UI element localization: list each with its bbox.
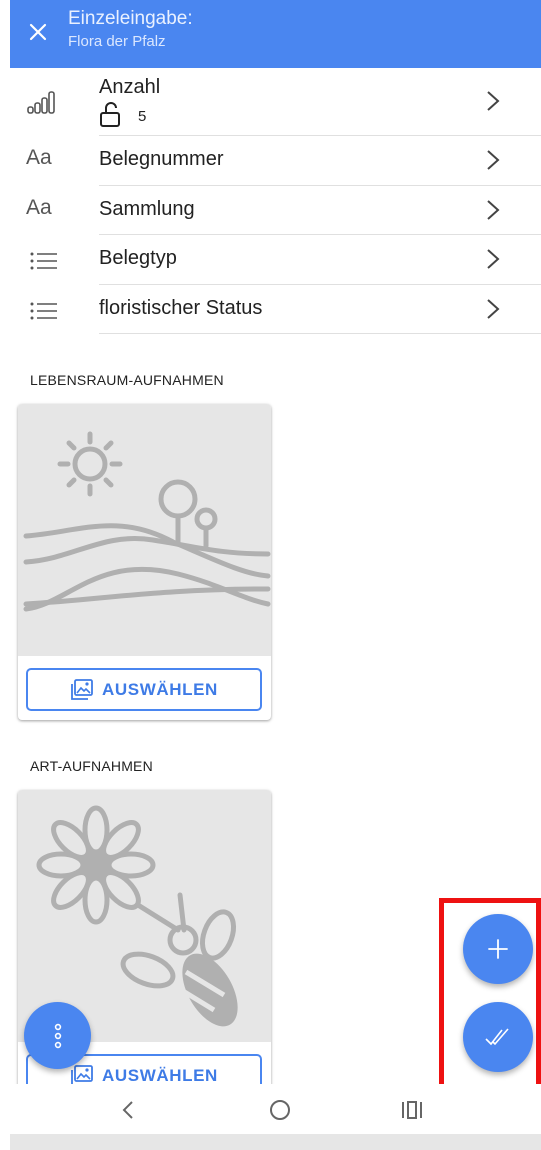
image-gallery-icon	[71, 678, 93, 700]
chevron-right-icon	[487, 200, 500, 220]
home-nav-icon[interactable]	[266, 1096, 294, 1124]
app-bar: Einzeleingabe: Flora der Pfalz	[10, 0, 541, 68]
field-label: Anzahl	[99, 76, 161, 98]
text-aa-icon: Aa	[26, 146, 52, 169]
chevron-right-icon	[487, 150, 500, 170]
select-button-label: AUSWÄHLEN	[102, 679, 218, 699]
section-title-lebensraum: LEBENSRAUM-AUFNAHMEN	[30, 372, 224, 388]
field-row-belegnummer[interactable]: Aa Belegnummer	[10, 136, 541, 185]
page-subtitle: Flora der Pfalz	[68, 33, 166, 50]
photo-card-lebensraum: AUSWÄHLEN	[18, 404, 271, 720]
field-row-sammlung[interactable]: Aa Sammlung	[10, 186, 541, 235]
highlight-box	[439, 898, 541, 1091]
unlock-icon[interactable]	[99, 101, 123, 129]
system-nav-bar	[0, 1084, 541, 1134]
page-title: Einzeleingabe:	[68, 8, 193, 29]
more-menu-fab[interactable]	[24, 1002, 91, 1069]
divider	[99, 333, 541, 334]
list-icon	[30, 252, 57, 270]
image-gallery-icon	[71, 1064, 93, 1084]
field-row-belegtyp[interactable]: Belegtyp	[10, 235, 541, 284]
select-photo-button[interactable]: AUSWÄHLEN	[26, 668, 262, 711]
field-row-floristischer-status[interactable]: floristischer Status	[10, 285, 541, 334]
select-button-label: AUSWÄHLEN	[102, 1065, 218, 1085]
chevron-right-icon	[487, 299, 500, 319]
text-aa-icon: Aa	[26, 196, 52, 219]
back-nav-icon[interactable]	[115, 1096, 143, 1124]
field-label: floristischer Status	[99, 297, 263, 319]
more-vert-icon	[54, 1023, 61, 1048]
field-row-anzahl[interactable]: Anzahl 5	[10, 68, 541, 136]
section-title-art: ART-AUFNAHMEN	[30, 758, 153, 774]
bottom-strip	[10, 1134, 541, 1150]
recents-nav-icon[interactable]	[398, 1096, 426, 1124]
field-label: Sammlung	[99, 198, 195, 220]
landscape-placeholder-image	[18, 404, 271, 656]
field-label: Belegnummer	[99, 148, 224, 170]
field-value: 5	[138, 108, 147, 125]
field-label: Belegtyp	[99, 247, 177, 269]
chevron-right-icon	[487, 91, 500, 111]
signal-bars-icon	[27, 91, 55, 114]
chevron-right-icon	[487, 249, 500, 269]
close-icon[interactable]	[24, 18, 52, 46]
list-icon	[30, 302, 57, 320]
